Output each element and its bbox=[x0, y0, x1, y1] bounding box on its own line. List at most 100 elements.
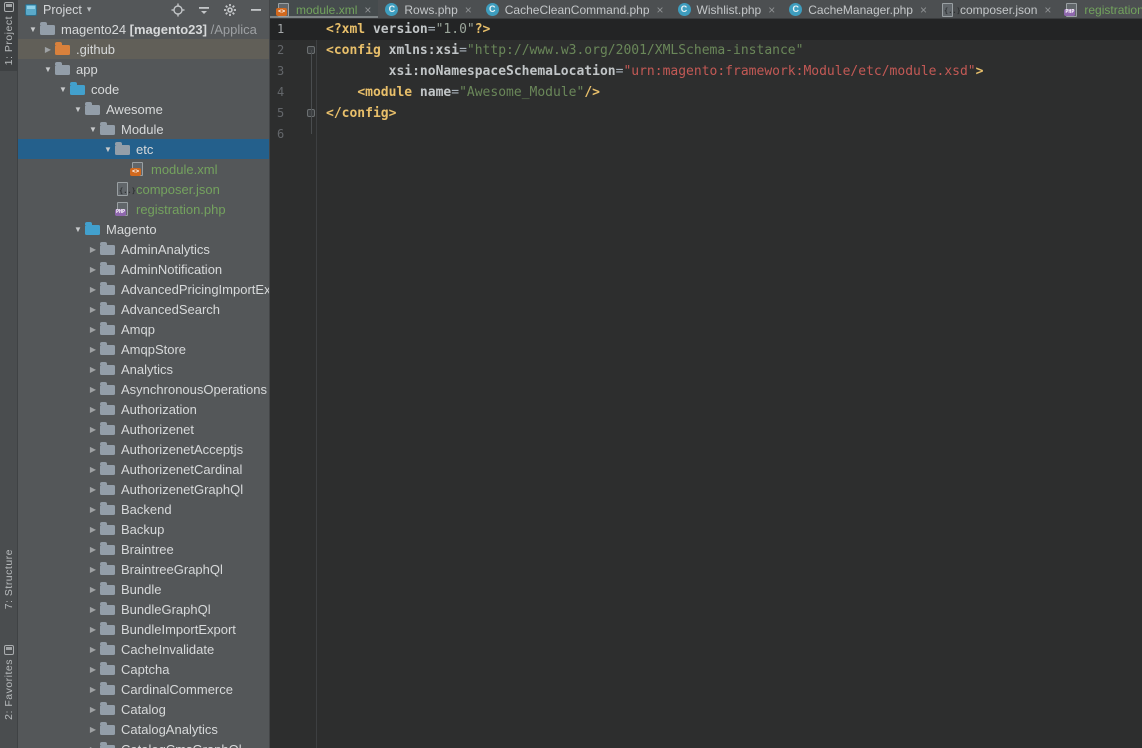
close-icon[interactable]: × bbox=[364, 4, 371, 16]
tree-item-AdminAnalytics[interactable]: ▶AdminAnalytics bbox=[18, 239, 270, 259]
collapse-arrow-icon[interactable]: ▶ bbox=[86, 665, 100, 674]
collapse-arrow-icon[interactable]: ▶ bbox=[86, 405, 100, 414]
tree-item-AuthorizenetAcceptjs[interactable]: ▶AuthorizenetAcceptjs bbox=[18, 439, 270, 459]
close-icon[interactable]: × bbox=[465, 4, 472, 16]
tab-CacheCleanCommand.php[interactable]: CCacheCleanCommand.php× bbox=[479, 0, 671, 19]
collapse-arrow-icon[interactable]: ▶ bbox=[86, 705, 100, 714]
tree-item-Module[interactable]: ▼Module bbox=[18, 119, 270, 139]
tree-item-Amqp[interactable]: ▶Amqp bbox=[18, 319, 270, 339]
collapse-arrow-icon[interactable]: ▶ bbox=[86, 565, 100, 574]
tree-item-AuthorizenetCardinal[interactable]: ▶AuthorizenetCardinal bbox=[18, 459, 270, 479]
code-line-6[interactable]: 6 bbox=[270, 124, 1142, 145]
tree-item-CardinalCommerce[interactable]: ▶CardinalCommerce bbox=[18, 679, 270, 699]
collapse-arrow-icon[interactable]: ▶ bbox=[86, 725, 100, 734]
tree-item-Magento[interactable]: ▼Magento bbox=[18, 219, 270, 239]
tool-window-button-structure[interactable]: 7: Structure bbox=[0, 549, 18, 609]
tree-item-AdminNotification[interactable]: ▶AdminNotification bbox=[18, 259, 270, 279]
collapse-arrow-icon[interactable]: ▶ bbox=[86, 425, 100, 434]
tree-item-CatalogCmsGraphQl[interactable]: ▶CatalogCmsGraphQl bbox=[18, 739, 270, 748]
hide-icon[interactable] bbox=[249, 3, 263, 17]
collapse-arrow-icon[interactable]: ▶ bbox=[86, 265, 100, 274]
collapse-arrow-icon[interactable]: ▶ bbox=[86, 325, 100, 334]
tree-item-BundleGraphQl[interactable]: ▶BundleGraphQl bbox=[18, 599, 270, 619]
tree-item-CacheInvalidate[interactable]: ▶CacheInvalidate bbox=[18, 639, 270, 659]
expand-arrow-icon[interactable]: ▼ bbox=[56, 85, 70, 94]
code-line-4[interactable]: 4 <module name="Awesome_Module"/> bbox=[270, 82, 1142, 103]
tree-item-AdvancedPricingImportExport[interactable]: ▶AdvancedPricingImportExport bbox=[18, 279, 270, 299]
tree-item-Authorization[interactable]: ▶Authorization bbox=[18, 399, 270, 419]
collapse-all-icon[interactable] bbox=[197, 3, 211, 17]
tree-item-BundleImportExport[interactable]: ▶BundleImportExport bbox=[18, 619, 270, 639]
collapse-arrow-icon[interactable]: ▶ bbox=[86, 685, 100, 694]
expand-arrow-icon[interactable]: ▼ bbox=[26, 25, 40, 34]
collapse-arrow-icon[interactable]: ▶ bbox=[41, 45, 55, 54]
tree-item-etc[interactable]: ▼etc bbox=[18, 139, 270, 159]
tree-item-Bundle[interactable]: ▶Bundle bbox=[18, 579, 270, 599]
expand-arrow-icon[interactable]: ▼ bbox=[86, 125, 100, 134]
tree-item-Captcha[interactable]: ▶Captcha bbox=[18, 659, 270, 679]
collapse-arrow-icon[interactable]: ▶ bbox=[86, 245, 100, 254]
collapse-arrow-icon[interactable]: ▶ bbox=[86, 385, 100, 394]
tree-item-code[interactable]: ▼code bbox=[18, 79, 270, 99]
collapse-arrow-icon[interactable]: ▶ bbox=[86, 625, 100, 634]
tree-item-app[interactable]: ▼app bbox=[18, 59, 270, 79]
collapse-arrow-icon[interactable]: ▶ bbox=[86, 505, 100, 514]
tree-item-CatalogAnalytics[interactable]: ▶CatalogAnalytics bbox=[18, 719, 270, 739]
collapse-arrow-icon[interactable]: ▶ bbox=[86, 645, 100, 654]
close-icon[interactable]: × bbox=[768, 4, 775, 16]
collapse-arrow-icon[interactable]: ▶ bbox=[86, 745, 100, 748]
tree-item-Catalog[interactable]: ▶Catalog bbox=[18, 699, 270, 719]
tab-CacheManager.php[interactable]: CCacheManager.php× bbox=[782, 0, 934, 19]
tool-window-button-project[interactable]: 1: Project bbox=[0, 0, 18, 71]
tree-item-Authorizenet[interactable]: ▶Authorizenet bbox=[18, 419, 270, 439]
tool-window-button-favorites[interactable]: 2: Favorites bbox=[0, 645, 18, 720]
expand-arrow-icon[interactable]: ▼ bbox=[71, 105, 85, 114]
close-icon[interactable]: × bbox=[657, 4, 664, 16]
close-icon[interactable]: × bbox=[1044, 4, 1051, 16]
expand-arrow-icon[interactable]: ▼ bbox=[101, 145, 115, 154]
collapse-arrow-icon[interactable]: ▶ bbox=[86, 345, 100, 354]
code-line-2[interactable]: 2<config xmlns:xsi="http://www.w3.org/20… bbox=[270, 40, 1142, 61]
tree-item-composer.json[interactable]: {..}composer.json bbox=[18, 179, 270, 199]
settings-icon[interactable] bbox=[223, 3, 237, 17]
collapse-arrow-icon[interactable]: ▶ bbox=[86, 465, 100, 474]
code-editor[interactable]: 1<?xml version="1.0"?>2<config xmlns:xsi… bbox=[270, 19, 1142, 748]
expand-arrow-icon[interactable]: ▼ bbox=[41, 65, 55, 74]
tree-item-Backup[interactable]: ▶Backup bbox=[18, 519, 270, 539]
tree-item-Backend[interactable]: ▶Backend bbox=[18, 499, 270, 519]
code-line-5[interactable]: 5</config> bbox=[270, 103, 1142, 124]
collapse-arrow-icon[interactable]: ▶ bbox=[86, 585, 100, 594]
collapse-arrow-icon[interactable]: ▶ bbox=[86, 365, 100, 374]
expand-arrow-icon[interactable]: ▼ bbox=[71, 225, 85, 234]
tree-item-module.xml[interactable]: <>module.xml bbox=[18, 159, 270, 179]
tree-item-AuthorizenetGraphQl[interactable]: ▶AuthorizenetGraphQl bbox=[18, 479, 270, 499]
collapse-arrow-icon[interactable]: ▶ bbox=[86, 445, 100, 454]
tree-item-Braintree[interactable]: ▶Braintree bbox=[18, 539, 270, 559]
locate-icon[interactable] bbox=[171, 3, 185, 17]
tab-module.xml[interactable]: <>module.xml× bbox=[270, 0, 378, 19]
tree-item-AmqpStore[interactable]: ▶AmqpStore bbox=[18, 339, 270, 359]
collapse-arrow-icon[interactable]: ▶ bbox=[86, 605, 100, 614]
tree-item-registration.php[interactable]: PHPregistration.php bbox=[18, 199, 270, 219]
collapse-arrow-icon[interactable]: ▶ bbox=[86, 525, 100, 534]
tab-Wishlist.php[interactable]: CWishlist.php× bbox=[671, 0, 783, 19]
tab-registration.php[interactable]: PHPregistration.php× bbox=[1058, 0, 1142, 19]
tree-item-Analytics[interactable]: ▶Analytics bbox=[18, 359, 270, 379]
tab-Rows.php[interactable]: CRows.php× bbox=[378, 0, 478, 19]
collapse-arrow-icon[interactable]: ▶ bbox=[86, 285, 100, 294]
code-line-3[interactable]: 3 xsi:noNamespaceSchemaLocation="urn:mag… bbox=[270, 61, 1142, 82]
tree-item-Awesome[interactable]: ▼Awesome bbox=[18, 99, 270, 119]
tree-item-magento24[interactable]: ▼magento24 [magento23] /Applica bbox=[18, 19, 270, 39]
tree-item-BraintreeGraphQl[interactable]: ▶BraintreeGraphQl bbox=[18, 559, 270, 579]
tree-item-AsynchronousOperations[interactable]: ▶AsynchronousOperations bbox=[18, 379, 270, 399]
tree-item-.github[interactable]: ▶.github bbox=[18, 39, 270, 59]
collapse-arrow-icon[interactable]: ▶ bbox=[86, 545, 100, 554]
tree-item-AdvancedSearch[interactable]: ▶AdvancedSearch bbox=[18, 299, 270, 319]
collapse-arrow-icon[interactable]: ▶ bbox=[86, 305, 100, 314]
collapse-arrow-icon[interactable]: ▶ bbox=[86, 485, 100, 494]
close-icon[interactable]: × bbox=[920, 4, 927, 16]
tab-composer.json[interactable]: {..}composer.json× bbox=[934, 0, 1058, 19]
project-panel-title[interactable]: Project bbox=[43, 3, 82, 17]
code-line-1[interactable]: 1<?xml version="1.0"?> bbox=[270, 19, 1142, 40]
chevron-down-icon[interactable]: ▾ bbox=[87, 4, 92, 15]
